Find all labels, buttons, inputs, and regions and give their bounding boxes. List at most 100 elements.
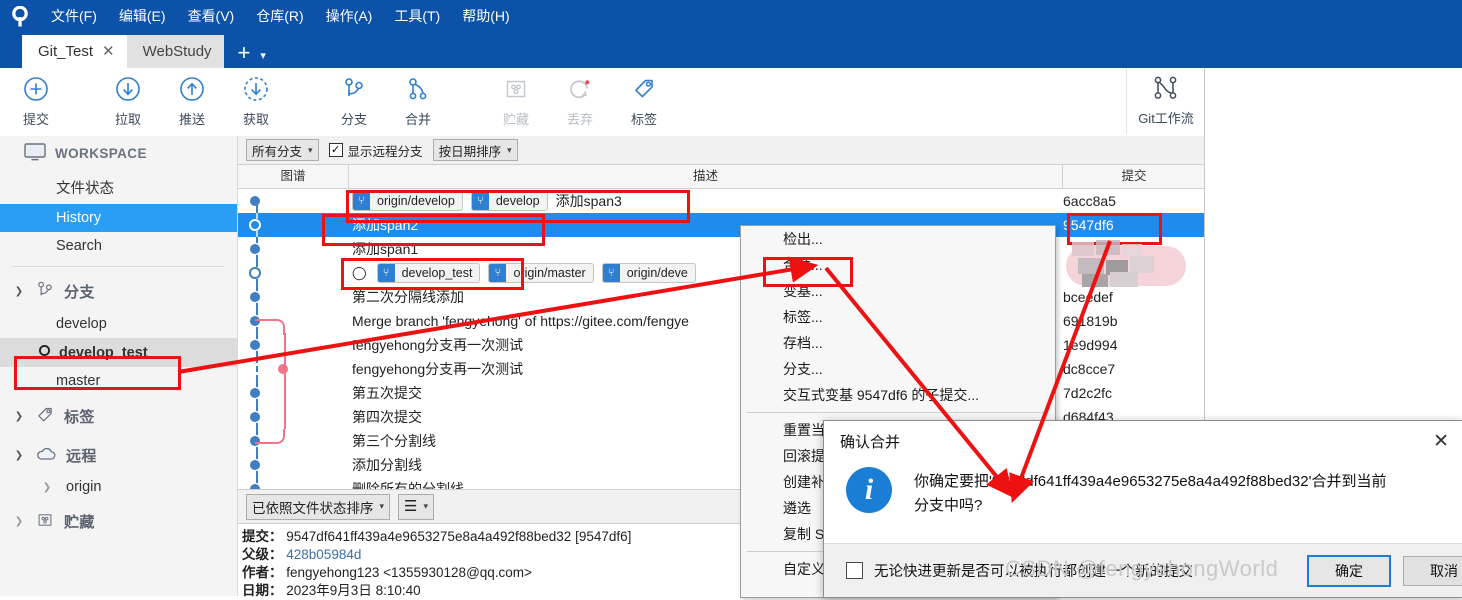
- commit-hash: 9547df6: [1063, 217, 1114, 233]
- chevron-down-icon[interactable]: ❯: [12, 450, 26, 461]
- sidebar-tags-header[interactable]: ❯ 标签: [0, 395, 237, 435]
- menu-actions[interactable]: 操作(A): [315, 0, 384, 33]
- menu-file[interactable]: 文件(F): [40, 0, 108, 33]
- chevron-right-icon[interactable]: ❯: [40, 482, 54, 493]
- table-row[interactable]: Merge branch 'fengyehong' of https://git…: [238, 309, 1205, 335]
- toolbar-commit-button[interactable]: 提交: [4, 69, 68, 135]
- sidebar-branches-header[interactable]: ❯ 分支: [0, 273, 237, 310]
- show-remote-branches-checkbox[interactable]: ✓ 显示远程分支: [328, 141, 423, 160]
- branch-scope-dropdown[interactable]: 所有分支 ▾: [246, 139, 319, 161]
- chevron-down-icon[interactable]: ❯: [12, 411, 26, 422]
- sidebar-branch-develop[interactable]: develop: [0, 310, 237, 338]
- chevron-right-icon[interactable]: ❯: [12, 516, 26, 527]
- sidebar-item-history[interactable]: History: [0, 204, 237, 232]
- chevron-down-icon: ▾: [423, 501, 429, 511]
- current-branch-marker-icon: [38, 344, 51, 361]
- tag-icon: [631, 76, 657, 105]
- branch-icon: ⑂: [489, 264, 507, 282]
- toolbar-button-label: 推送: [178, 112, 205, 127]
- toolbar-branch-button[interactable]: 分支: [322, 69, 386, 135]
- sidebar-workspace-header[interactable]: WORKSPACE: [0, 136, 237, 171]
- chevron-down-icon[interactable]: ❯: [12, 286, 26, 297]
- commit-hash: dc8cce7: [1063, 361, 1116, 377]
- menu-help[interactable]: 帮助(H): [451, 0, 520, 33]
- table-row[interactable]: ⑂ origin/develop ⑂ develop 添加span3 6acc8…: [238, 189, 1205, 213]
- git-flow-icon: [1151, 75, 1181, 104]
- head-marker-icon: ◯: [352, 265, 367, 280]
- toolbar-gitflow-button[interactable]: Git工作流: [1126, 68, 1205, 134]
- toolbar-stash-button[interactable]: 贮藏: [484, 69, 548, 135]
- chevron-down-icon[interactable]: ▾: [260, 49, 272, 68]
- dialog-title: 确认合并: [840, 433, 901, 451]
- ref-pill[interactable]: ⑂ origin/master: [488, 263, 594, 283]
- graph-cell: [238, 453, 348, 477]
- context-menu-item-merge[interactable]: 合并...: [741, 252, 1055, 278]
- column-header-graph[interactable]: 图谱: [238, 165, 349, 188]
- close-icon[interactable]: ✕: [102, 44, 115, 59]
- toolbar-tag-button[interactable]: 标签: [612, 69, 676, 135]
- cancel-button[interactable]: 取消: [1403, 555, 1462, 586]
- toolbar-discard-button[interactable]: 丢弃: [548, 69, 612, 135]
- toolbar-fetch-button[interactable]: 获取: [224, 69, 288, 135]
- graph-cell: [238, 333, 348, 357]
- column-header-commit[interactable]: 提交: [1063, 165, 1205, 188]
- table-row[interactable]: 第五次提交 7d2c2fc: [238, 381, 1205, 405]
- table-row[interactable]: fengyehong分支再一次测试 dc8cce7: [238, 357, 1205, 381]
- toolbar-button-label: 标签: [630, 112, 657, 127]
- cloud-icon: [35, 446, 57, 465]
- sidebar-branch-master[interactable]: master: [0, 367, 237, 395]
- tab-webstudy[interactable]: WebStudy: [126, 35, 224, 68]
- context-menu-item-interactive-rebase[interactable]: 交互式变基 9547df6 的子提交...: [741, 382, 1055, 408]
- menu-view[interactable]: 查看(V): [177, 0, 246, 33]
- ref-pill[interactable]: ⑂ develop_test: [376, 263, 481, 283]
- sort-order-dropdown[interactable]: 按日期排序 ▾: [432, 139, 518, 161]
- context-menu-item-checkout[interactable]: 检出...: [741, 226, 1055, 252]
- sidebar-branch-develop-test[interactable]: develop_test: [0, 338, 237, 367]
- sidebar-remotes-header[interactable]: ❯ 远程: [0, 435, 237, 473]
- table-row[interactable]: 添加span1: [238, 237, 1205, 261]
- toolbar-button-label: 获取: [242, 112, 269, 127]
- context-menu-item-tag[interactable]: 标签...: [741, 304, 1055, 330]
- toolbar-pull-button[interactable]: 拉取: [96, 69, 160, 135]
- sidebar-item-search[interactable]: Search: [0, 232, 237, 260]
- context-menu-item-rebase[interactable]: 变基...: [741, 278, 1055, 304]
- view-mode-dropdown[interactable]: ☰ ▾: [398, 493, 435, 520]
- confirm-merge-dialog[interactable]: 确认合并 ✕ i 你确定要把'9547df641ff439a4e9653275e…: [823, 420, 1462, 598]
- detail-parent-value[interactable]: 428b05984d: [286, 547, 361, 562]
- add-tab-button[interactable]: +: [224, 42, 261, 68]
- menu-edit[interactable]: 编辑(E): [108, 0, 177, 33]
- sidebar-remote-origin[interactable]: ❯ origin: [0, 473, 237, 501]
- ref-label: origin/deve: [626, 266, 688, 280]
- no-fast-forward-checkbox[interactable]: 无论快进更新是否可以被执行都创建一个新的提交: [846, 560, 1295, 581]
- sidebar-branch-label: master: [56, 373, 101, 389]
- sidebar-item-file-status[interactable]: 文件状态: [0, 171, 237, 204]
- commit-message: 添加分割线: [352, 457, 422, 473]
- toolbar-push-button[interactable]: 推送: [160, 69, 224, 135]
- ref-pill[interactable]: ⑂ develop: [470, 191, 548, 211]
- menu-repository[interactable]: 仓库(R): [245, 0, 314, 33]
- ref-pill[interactable]: ⑂ origin/deve: [601, 263, 696, 283]
- column-header-description[interactable]: 描述: [349, 165, 1063, 188]
- ref-pill[interactable]: ⑂ origin/develop: [352, 191, 463, 211]
- context-menu-item-branch[interactable]: 分支...: [741, 356, 1055, 382]
- close-icon[interactable]: ✕: [1433, 432, 1449, 451]
- context-menu-item-archive[interactable]: 存档...: [741, 330, 1055, 356]
- no-fast-forward-label: 无论快进更新是否可以被执行都创建一个新的提交: [874, 564, 1193, 580]
- chevron-down-icon: ▾: [379, 501, 385, 511]
- list-view-icon: ☰: [404, 498, 418, 515]
- table-row[interactable]: fengyehong分支再一次测试 1e9d994: [238, 333, 1205, 357]
- dialog-message-line1: 你确定要把'9547df641ff439a4e9653275e8a4a492f8…: [914, 473, 1387, 490]
- menu-tools[interactable]: 工具(T): [383, 0, 451, 33]
- graph-cell: [238, 213, 348, 237]
- table-row[interactable]: ◯ ⑂ develop_test ⑂ origin/master ⑂ origi…: [238, 261, 1205, 285]
- confirm-button[interactable]: 确定: [1307, 554, 1391, 587]
- file-sort-dropdown[interactable]: 已依照文件状态排序 ▾: [246, 493, 391, 520]
- table-row[interactable]: 第二次分隔线添加 bceedef: [238, 285, 1205, 309]
- sidebar-branch-label: develop_test: [59, 344, 148, 361]
- sidebar-stashes-header[interactable]: ❯ 贮藏: [0, 501, 237, 539]
- table-row[interactable]: 添加span2 9547df6: [238, 213, 1205, 237]
- toolbar-merge-button[interactable]: 合并: [386, 69, 450, 135]
- stash-icon: [503, 76, 529, 105]
- checkbox-icon: ✓: [328, 143, 343, 157]
- tab-git-test[interactable]: Git_Test ✕: [22, 35, 127, 68]
